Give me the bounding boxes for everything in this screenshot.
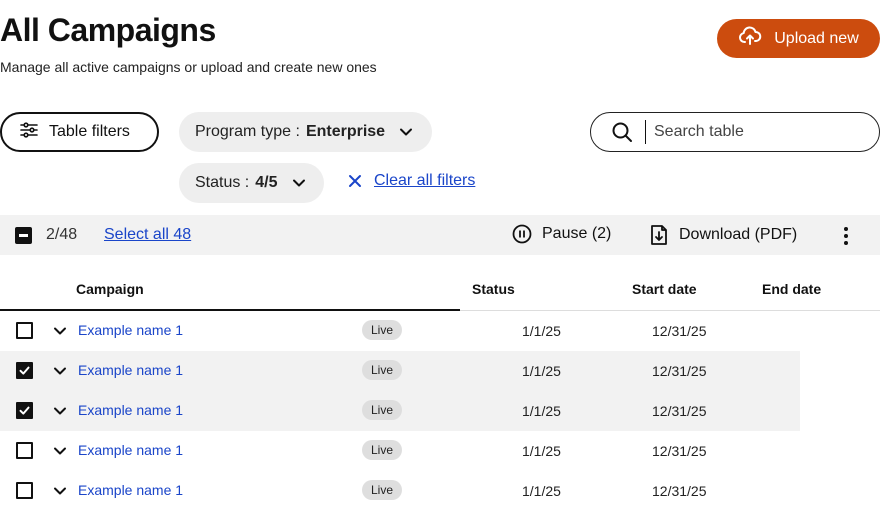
- chevron-down-icon[interactable]: [52, 403, 68, 419]
- chevron-down-icon[interactable]: [52, 483, 68, 499]
- download-file-icon: [649, 224, 669, 246]
- program-type-value: Enterprise: [305, 123, 386, 140]
- table-row: Example name 1 Live 1/1/25 12/31/25: [0, 471, 880, 511]
- clear-all-filters-label: Clear all filters: [374, 172, 476, 189]
- upload-new-label: Upload new: [774, 29, 859, 47]
- end-date-cell: 12/31/25: [652, 403, 707, 419]
- search-icon: [611, 121, 633, 143]
- start-date-cell: 1/1/25: [522, 323, 561, 339]
- cloud-upload-icon: [738, 24, 762, 53]
- column-header-end-date[interactable]: End date: [762, 281, 821, 297]
- status-filter-label: Status :: [195, 174, 250, 191]
- table-row: Example name 1 Live 1/1/25 12/31/25: [0, 311, 880, 351]
- campaign-name-link[interactable]: Example name 1: [78, 482, 183, 498]
- select-all-checkbox[interactable]: [15, 227, 32, 244]
- row-checkbox[interactable]: [16, 442, 33, 459]
- chevron-down-icon[interactable]: [52, 443, 68, 459]
- chevron-down-icon[interactable]: [52, 363, 68, 379]
- close-icon: [346, 172, 364, 190]
- table-filters-button[interactable]: Table filters: [0, 112, 159, 152]
- start-date-cell: 1/1/25: [522, 443, 561, 459]
- status-filter[interactable]: Status : 4/5: [179, 163, 324, 203]
- table-row: Example name 1 Live 1/1/25 12/31/25: [0, 431, 880, 471]
- column-header-campaign[interactable]: Campaign: [76, 281, 144, 297]
- chevron-down-icon[interactable]: [52, 323, 68, 339]
- row-checkbox[interactable]: [16, 322, 33, 339]
- status-badge: Live: [362, 320, 402, 340]
- search-input[interactable]: [654, 123, 854, 141]
- page-title: All Campaigns: [0, 12, 216, 48]
- select-all-link[interactable]: Select all 48: [104, 226, 191, 244]
- campaign-name-link[interactable]: Example name 1: [78, 402, 183, 418]
- column-header-start-date[interactable]: Start date: [632, 281, 697, 297]
- program-type-label: Program type :: [195, 123, 300, 140]
- status-badge: Live: [362, 360, 402, 380]
- status-filter-value: 4/5: [255, 174, 278, 191]
- selected-count: 2/48: [46, 226, 78, 243]
- sliders-icon: [19, 120, 39, 145]
- download-pdf-label: Download (PDF): [679, 226, 798, 243]
- end-date-cell: 12/31/25: [652, 483, 707, 499]
- end-date-cell: 12/31/25: [652, 363, 707, 379]
- program-type-filter[interactable]: Program type : Enterprise: [179, 112, 432, 152]
- download-pdf-button[interactable]: Download (PDF): [649, 224, 797, 246]
- upload-new-button[interactable]: Upload new: [717, 19, 880, 58]
- search-box[interactable]: [590, 112, 880, 152]
- pause-label: Pause (2): [542, 225, 612, 242]
- pause-button[interactable]: Pause (2): [512, 224, 611, 244]
- column-header-status[interactable]: Status: [472, 281, 515, 297]
- status-badge: Live: [362, 400, 402, 420]
- campaign-name-link[interactable]: Example name 1: [78, 322, 183, 338]
- page-subtitle: Manage all active campaigns or upload an…: [0, 59, 377, 75]
- table-filters-label: Table filters: [49, 123, 130, 140]
- pause-icon: [512, 224, 532, 244]
- status-badge: Live: [362, 440, 402, 460]
- row-checkbox[interactable]: [16, 482, 33, 499]
- start-date-cell: 1/1/25: [522, 363, 561, 379]
- text-cursor: [645, 120, 646, 144]
- start-date-cell: 1/1/25: [522, 403, 561, 419]
- end-date-cell: 12/31/25: [652, 443, 707, 459]
- chevron-down-icon: [292, 176, 306, 190]
- more-vertical-icon[interactable]: [836, 225, 856, 247]
- chevron-down-icon: [399, 125, 413, 139]
- start-date-cell: 1/1/25: [522, 483, 561, 499]
- row-checkbox[interactable]: [16, 402, 33, 419]
- campaign-name-link[interactable]: Example name 1: [78, 442, 183, 458]
- table-row: Example name 1 Live 1/1/25 12/31/25: [0, 351, 880, 391]
- end-date-cell: 12/31/25: [652, 323, 707, 339]
- campaign-name-link[interactable]: Example name 1: [78, 362, 183, 378]
- status-badge: Live: [362, 480, 402, 500]
- table-row: Example name 1 Live 1/1/25 12/31/25: [0, 391, 880, 431]
- row-checkbox[interactable]: [16, 362, 33, 379]
- clear-all-filters-link[interactable]: Clear all filters: [346, 172, 475, 190]
